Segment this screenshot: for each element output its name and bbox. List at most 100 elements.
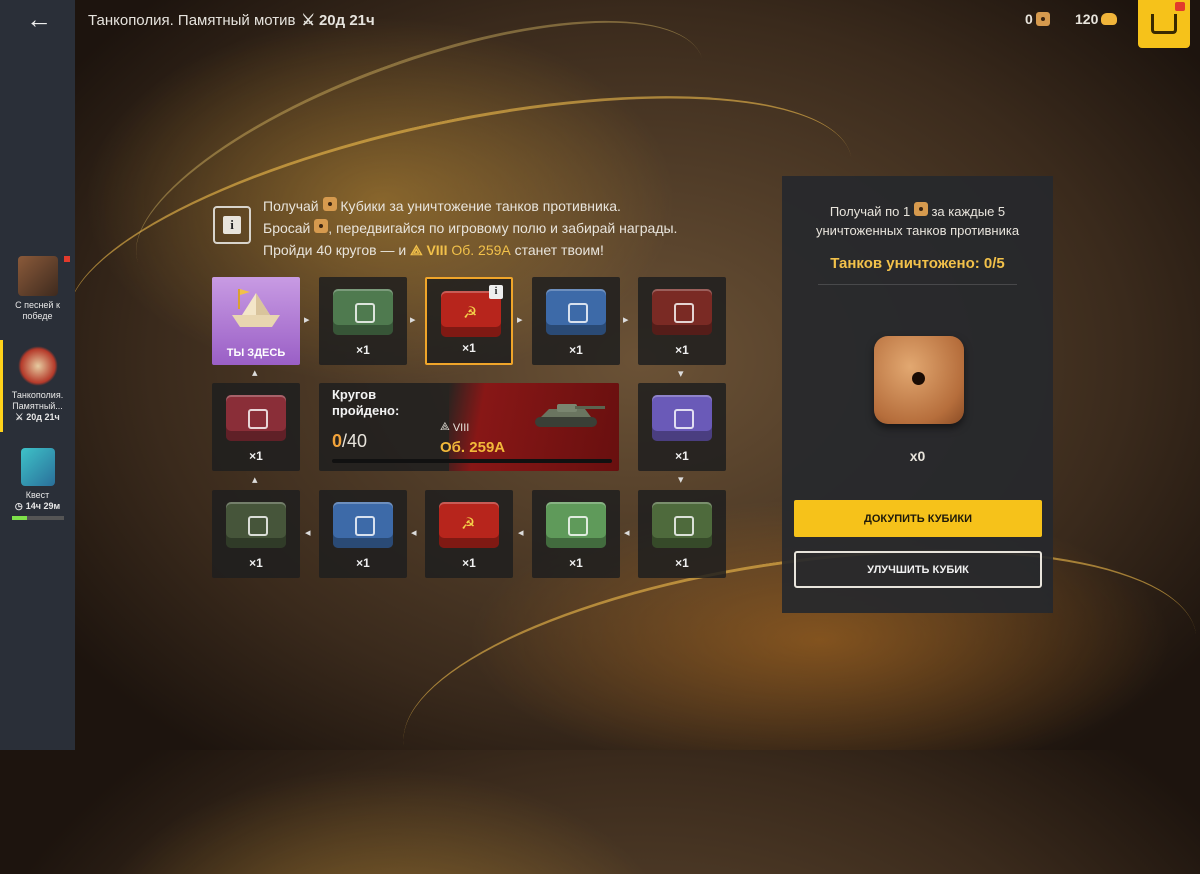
cart-icon — [1151, 14, 1177, 34]
event-description: Получай Кубики за уничтожение танков про… — [263, 197, 678, 258]
board-cell[interactable]: ×1 — [425, 490, 513, 578]
sidebar-timer: 14ч 29м — [25, 501, 61, 511]
sidebar-item-tankopoly[interactable]: Танкополия. Памятный... ⚔ 20д 21ч — [0, 346, 75, 423]
board-cell[interactable]: ×1 — [319, 277, 407, 365]
back-arrow-icon[interactable]: ← — [26, 6, 52, 32]
clock-icon: ◷ — [14, 501, 23, 511]
buy-dice-button[interactable]: ДОКУПИТЬ КУБИКИ — [794, 500, 1042, 537]
dice-quantity: x0 — [909, 448, 926, 464]
sidebar-item-label: Квест — [25, 490, 50, 500]
info-icon: i — [223, 216, 241, 234]
board-cell[interactable]: ×1 — [532, 277, 620, 365]
quest-progress-bar — [11, 516, 64, 520]
dice-reward-description: Получай по 1 за каждые 5 уничтоженных та… — [815, 202, 1020, 238]
upgrade-die-button[interactable]: УЛУЧШИТЬ КУБИК — [794, 551, 1042, 588]
container-icon — [333, 289, 393, 335]
tier-icon: ⟁ — [440, 421, 450, 433]
board-cell[interactable]: i ×1 — [425, 277, 513, 365]
laps-progress-bar — [332, 459, 612, 463]
board-cell[interactable]: ×1 — [212, 383, 300, 471]
reward-tank-name: Об. 259А — [440, 439, 506, 456]
event-timer: 20д 21ч — [318, 11, 375, 29]
dice-balance: 0 — [1025, 11, 1050, 27]
event-title: Танкополия. Памятный мотив — [88, 11, 296, 29]
gold-balance[interactable]: 120 — [1075, 11, 1118, 27]
board-cell[interactable]: ×1 — [532, 490, 620, 578]
swords-icon: ⚔ — [15, 412, 24, 422]
divider — [818, 284, 1017, 285]
shop-button[interactable] — [1138, 0, 1190, 48]
board-cell[interactable]: ×1 — [638, 490, 726, 578]
board-cell[interactable]: ×1 — [638, 277, 726, 365]
container-icon — [333, 502, 393, 548]
reward-quantity: ×1 — [356, 556, 370, 570]
reward-quantity: ×1 — [569, 343, 583, 357]
tank-icon — [535, 404, 605, 427]
notification-dot — [64, 256, 70, 262]
laps-label: Кругов пройдено: — [332, 387, 400, 418]
dice-icon — [1035, 12, 1050, 26]
reward-quantity: ×1 — [356, 343, 370, 357]
arrow-right-icon: ▸ — [304, 314, 310, 326]
arrow-left-icon: ◂ — [624, 527, 630, 539]
tier-icon: ⟁ — [410, 242, 423, 258]
sidebar-item-song-to-victory[interactable]: С песней к победе — [0, 256, 75, 322]
board-cell[interactable]: ×1 — [638, 383, 726, 471]
arrow-left-icon: ◂ — [305, 527, 311, 539]
quest-tag-icon — [20, 448, 55, 486]
container-icon — [226, 395, 286, 441]
laps-progress-card: Кругов пройдено: 0/40 ⟁ VIII Об. 259А — [319, 383, 619, 471]
die-icon — [874, 336, 964, 424]
sidebar-timer: 20д 21ч — [26, 412, 60, 422]
arrow-left-icon: ◂ — [518, 527, 524, 539]
sidebar: С песней к победе Танкополия. Памятный..… — [0, 0, 75, 750]
reward-quantity: ×1 — [249, 556, 263, 570]
sidebar-item-label: Танкополия. Памятный... — [11, 390, 64, 411]
dice-icon — [913, 202, 928, 216]
arrow-right-icon: ▸ — [410, 314, 416, 326]
reward-quantity: ×1 — [462, 556, 476, 570]
board-cell[interactable]: ×1 — [212, 490, 300, 578]
board-cell[interactable]: ×1 — [319, 490, 407, 578]
tanks-destroyed-counter: Танков уничтожено: 0/5 — [830, 255, 1005, 272]
arrow-down-icon: ▾ — [678, 368, 684, 380]
arrow-right-icon: ▸ — [623, 314, 629, 326]
swords-icon: ⚔ — [301, 12, 315, 29]
dice-icon — [322, 197, 337, 211]
top-bar: ← Танкополия. Памятный мотив ⚔ 20д 21ч 0 … — [0, 0, 1200, 48]
container-icon — [439, 502, 499, 548]
gold-icon — [1101, 13, 1118, 25]
shop-badge — [1175, 2, 1185, 11]
info-button[interactable]: i — [213, 206, 251, 244]
tank-name: Об. 259А — [451, 242, 511, 258]
paper-boat-icon — [232, 289, 280, 327]
info-icon[interactable]: i — [489, 285, 503, 299]
reward-quantity: ×1 — [462, 341, 476, 355]
laps-count: 0/40 — [332, 431, 368, 451]
container-icon — [652, 502, 712, 548]
you-are-here-label: ТЫ ЗДЕСЬ — [226, 347, 286, 359]
paper-boat-icon — [17, 346, 58, 386]
accordion-icon — [17, 256, 58, 296]
sidebar-item-label: С песней к победе — [15, 300, 60, 321]
container-icon — [226, 502, 286, 548]
arrow-up-icon: ▴ — [252, 367, 258, 379]
arrow-down-icon: ▾ — [678, 474, 684, 486]
container-icon — [652, 395, 712, 441]
tank-tier: ⟁ VIII — [440, 421, 470, 434]
container-icon — [546, 289, 606, 335]
arrow-up-icon: ▴ — [252, 474, 258, 486]
dice-icon — [314, 219, 329, 233]
dice-panel: Получай по 1 за каждые 5 уничтоженных та… — [782, 176, 1053, 613]
arrow-left-icon: ◂ — [411, 527, 417, 539]
reward-quantity: ×1 — [675, 556, 689, 570]
container-icon — [652, 289, 712, 335]
reward-quantity: ×1 — [569, 556, 583, 570]
reward-quantity: ×1 — [675, 449, 689, 463]
reward-quantity: ×1 — [675, 343, 689, 357]
page-title: Танкополия. Памятный мотив ⚔ 20д 21ч — [88, 11, 375, 30]
container-icon — [546, 502, 606, 548]
sidebar-item-quest[interactable]: Квест ◷ 14ч 29м — [0, 448, 75, 520]
arrow-right-icon: ▸ — [517, 314, 523, 326]
board-cell-start[interactable]: ТЫ ЗДЕСЬ — [212, 277, 300, 365]
